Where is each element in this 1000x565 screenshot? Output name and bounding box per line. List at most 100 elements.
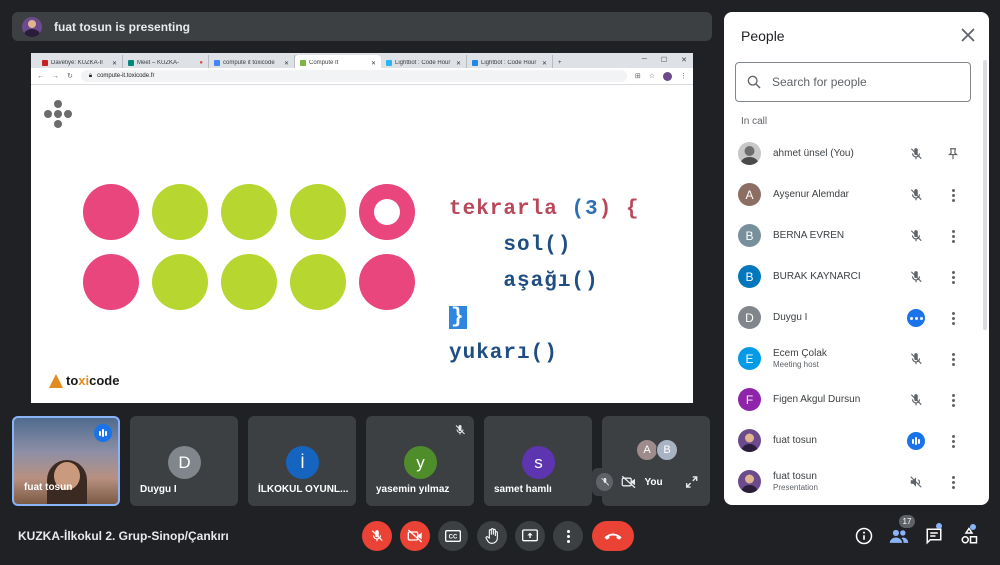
meeting-details-button[interactable] — [852, 524, 876, 548]
list-item[interactable]: B BURAK KAYNARCI — [724, 256, 982, 297]
shared-screen: Davetiye: KUZKA-İl ✕ Meet – KUZKA- ● compu… — [31, 53, 693, 403]
camera-off-icon — [407, 529, 423, 543]
participant-tile-yasemin[interactable]: y yasemin yılmaz — [366, 416, 474, 506]
list-item[interactable]: fuat tosun — [724, 420, 982, 461]
section-label: In call — [741, 116, 768, 127]
mic-off-icon — [371, 530, 383, 542]
tile-name: İLKOKUL OYUNL... — [258, 484, 349, 495]
pin-icon[interactable] — [944, 145, 962, 163]
maximize-icon[interactable]: ☐ — [661, 56, 667, 64]
avatar: E — [738, 347, 761, 370]
close-icon[interactable] — [961, 28, 975, 42]
list-item[interactable]: D Duygu I — [724, 297, 982, 338]
mic-off-icon — [907, 350, 925, 368]
reload-icon[interactable]: ↻ — [67, 72, 73, 80]
mic-off-icon — [907, 227, 925, 245]
more-options-icon[interactable] — [944, 309, 962, 327]
mic-off-icon[interactable] — [596, 473, 614, 491]
google-icon — [214, 60, 220, 66]
url-text: compute-it.toxicode.fr — [97, 73, 155, 79]
close-icon[interactable]: ✕ — [112, 60, 117, 67]
browser-tab[interactable]: Meet – KUZKA- ● — [123, 55, 209, 68]
more-options-icon[interactable] — [944, 473, 962, 491]
recording-dot-icon: ● — [199, 60, 203, 66]
menu-icon[interactable]: ⋮ — [680, 72, 687, 80]
mic-off-icon — [907, 186, 925, 204]
more-options-icon[interactable] — [944, 350, 962, 368]
compute-it-logo-icon — [44, 100, 72, 128]
green-circle — [221, 254, 277, 310]
captions-button[interactable]: CC — [438, 521, 468, 551]
more-options-icon[interactable] — [944, 186, 962, 204]
avatar: y — [404, 446, 437, 479]
more-options-button[interactable] — [553, 521, 583, 551]
participant-tile-duygu[interactable]: D Duygu I — [130, 416, 238, 506]
captions-icon: CC — [445, 530, 461, 542]
more-options-icon[interactable] — [944, 391, 962, 409]
more-options-icon — [566, 529, 570, 543]
list-item[interactable]: A Ayşenur Alemdar — [724, 174, 982, 215]
more-options-icon[interactable] — [944, 432, 962, 450]
participant-tile-samet[interactable]: s samet hamlı — [484, 416, 592, 506]
mic-toggle-button[interactable] — [362, 521, 392, 551]
mic-off-icon — [907, 391, 925, 409]
role-label: Presentation — [773, 483, 818, 492]
pink-circle — [83, 184, 139, 240]
speaking-indicator-icon — [907, 432, 925, 450]
list-item[interactable]: F Figen Akgul Dursun — [724, 379, 982, 420]
hang-up-icon — [604, 533, 622, 540]
camera-off-icon[interactable] — [621, 475, 636, 489]
avatar: İ — [286, 446, 319, 479]
close-icon[interactable]: ✕ — [284, 60, 289, 67]
green-circle — [221, 184, 277, 240]
list-item[interactable]: ahmet ünsel (You) — [724, 133, 982, 174]
raise-hand-button[interactable] — [477, 521, 507, 551]
tile-name: samet hamlı — [494, 484, 552, 495]
avatar: D — [738, 306, 761, 329]
participant-tile-fuat-tosun[interactable]: fuat tosun — [12, 416, 120, 506]
avatar: D — [168, 446, 201, 479]
people-icon — [889, 529, 909, 543]
back-icon[interactable]: ← — [37, 73, 44, 80]
participant-tile-ilkokul[interactable]: İ İLKOKUL OYUNL... — [248, 416, 356, 506]
avatar: s — [522, 446, 555, 479]
list-item[interactable]: E Ecem Çolak Meeting host — [724, 338, 982, 379]
panel-scrollbar[interactable] — [983, 60, 987, 330]
profile-avatar[interactable] — [663, 71, 672, 81]
expand-icon[interactable] — [685, 475, 698, 489]
present-now-button[interactable] — [515, 521, 545, 551]
people-search[interactable] — [735, 62, 971, 102]
present-screen-icon — [522, 529, 538, 542]
forward-icon[interactable]: → — [52, 73, 59, 80]
star-icon[interactable]: ☆ — [649, 72, 655, 80]
browser-tab[interactable]: Davetiye: KUZKA-İl ✕ — [37, 55, 123, 68]
search-input[interactable] — [772, 75, 952, 89]
more-options-icon[interactable] — [944, 268, 962, 286]
avatar: B — [738, 224, 761, 247]
leave-call-button[interactable] — [592, 521, 634, 551]
volume-off-icon — [907, 473, 925, 491]
participant-list: ahmet ünsel (You) A Ayşenur Alemdar B BE… — [724, 133, 982, 502]
meeting-title: KUZKA-İlkokul 2. Grup-Sinop/Çankırı — [18, 529, 229, 543]
lightbot-icon — [386, 60, 392, 66]
avatar — [738, 142, 761, 165]
presenter-avatar — [22, 16, 42, 37]
close-icon[interactable]: ✕ — [681, 56, 687, 64]
activities-icon — [961, 527, 978, 544]
chat-button[interactable] — [922, 524, 946, 548]
minimize-icon[interactable]: ─ — [642, 56, 647, 64]
self-tile[interactable]: A B You — [592, 416, 710, 506]
camera-toggle-button[interactable] — [400, 521, 430, 551]
selected-brace: } — [449, 306, 467, 329]
close-icon[interactable]: ✕ — [371, 60, 376, 67]
browser-tab[interactable]: compute it toxicode ✕ — [209, 55, 295, 68]
list-item[interactable]: fuat tosun Presentation — [724, 461, 982, 502]
more-dots-icon — [907, 309, 925, 327]
list-item[interactable]: B BERNA EVREN — [724, 215, 982, 256]
more-options-icon[interactable] — [944, 227, 962, 245]
info-icon — [855, 527, 873, 545]
activities-button[interactable] — [957, 524, 981, 548]
people-count-badge: 17 — [899, 515, 915, 528]
browser-tab-active[interactable]: Compute It ✕ — [295, 55, 381, 68]
pink-circle — [359, 254, 415, 310]
